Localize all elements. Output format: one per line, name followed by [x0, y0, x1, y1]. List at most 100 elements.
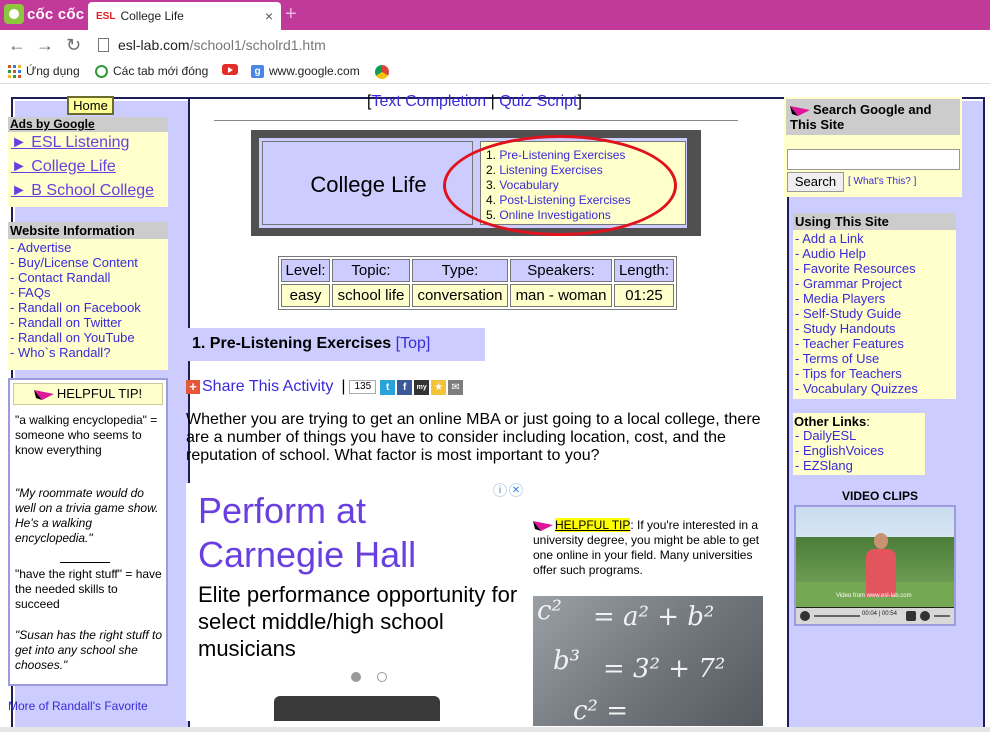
website-information-heading: Website Information	[8, 222, 168, 239]
favorite-star-icon[interactable]: ★	[431, 379, 447, 395]
video-player[interactable]: Video from www.esl-lab.com 00:04 | 00:54	[794, 505, 956, 626]
bracket: ]	[577, 93, 582, 110]
quiz-script-link[interactable]: Quiz Script	[499, 93, 577, 110]
info-link-advertise[interactable]: - Advertise	[10, 240, 71, 255]
other-link-ezslang[interactable]: - EZSlang	[795, 458, 853, 473]
info-link-facebook[interactable]: - Randall on Facebook	[10, 300, 141, 315]
browser-brand[interactable]: cốc cốc	[4, 3, 84, 25]
bookmark-google[interactable]: g www.google.com	[251, 64, 360, 78]
web-page: Home Ads by Google ► ESL Listening ► Col…	[0, 85, 990, 732]
using-link-add-link[interactable]: - Add a Link	[795, 231, 864, 246]
horizontal-scrollbar[interactable]	[0, 727, 990, 732]
chrome-icon[interactable]	[375, 65, 389, 79]
using-this-site-heading: Using This Site	[793, 213, 956, 230]
plus-icon[interactable]: +	[186, 380, 200, 394]
using-link-audio-help[interactable]: - Audio Help	[795, 246, 866, 261]
page-document-icon	[98, 38, 109, 52]
table-cell-level: easy	[281, 284, 330, 307]
video-presenter	[866, 533, 896, 597]
chalkboard-math-image: c² = a² + b² b³ = 3² + 7² c² =	[533, 596, 763, 726]
ad-link-b-school-college[interactable]: ► B School College	[11, 182, 154, 200]
other-links-heading: Other Links:	[794, 414, 870, 429]
other-links-box: Other Links: - DailyESL - EnglishVoices …	[793, 413, 925, 475]
using-link-teacher-features[interactable]: - Teacher Features	[795, 336, 904, 351]
url-path: /school1/scholrd1.htm	[189, 37, 326, 53]
using-link-grammar-project[interactable]: - Grammar Project	[795, 276, 902, 291]
info-link-twitter[interactable]: - Randall on Twitter	[10, 315, 122, 330]
back-arrow-icon[interactable]: ←	[8, 34, 26, 56]
section-title: 1. Pre-Listening Exercises	[192, 335, 396, 352]
other-link-englishvoices[interactable]: - EnglishVoices	[795, 443, 884, 458]
more-favorites-link[interactable]: More of Randall's Favorite	[8, 699, 148, 713]
play-icon[interactable]	[800, 611, 810, 621]
address-bar[interactable]: esl-lab.com/school1/scholrd1.htm	[118, 37, 326, 53]
myspace-icon[interactable]: my	[414, 379, 430, 395]
facebook-icon[interactable]: f	[397, 379, 413, 395]
helpful-tip-title: HELPFUL TIP!	[56, 386, 143, 401]
whats-this-link[interactable]: [ What's This? ]	[848, 176, 916, 187]
search-button[interactable]: Search	[787, 172, 844, 192]
bookmark-label: www.google.com	[269, 64, 360, 78]
red-annotation-circle	[443, 135, 677, 236]
twitter-icon[interactable]: t	[380, 379, 396, 395]
ad-body-text: Elite performance opportunity for select…	[198, 582, 518, 661]
fullscreen-icon[interactable]	[906, 611, 916, 621]
bookmark-youtube[interactable]	[222, 64, 238, 75]
bookmark-label: Ứng dụng	[26, 64, 80, 78]
bookmark-recent-tabs[interactable]: Các tab mới đóng	[95, 64, 208, 78]
using-link-vocabulary-quizzes[interactable]: - Vocabulary Quizzes	[795, 381, 918, 396]
using-link-study-handouts[interactable]: - Study Handouts	[795, 321, 895, 336]
top-links: [Text Completion | Quiz Script]	[367, 93, 582, 111]
carousel-dot[interactable]	[351, 672, 361, 682]
using-link-tips-for-teachers[interactable]: - Tips for Teachers	[795, 366, 902, 381]
forward-arrow-icon[interactable]: →	[36, 34, 54, 56]
other-link-dailyesl[interactable]: - DailyESL	[795, 428, 856, 443]
ad-headline[interactable]: Perform at Carnegie Hall	[198, 489, 518, 577]
carousel-dot[interactable]	[377, 672, 387, 682]
using-link-terms-of-use[interactable]: - Terms of Use	[795, 351, 879, 366]
info-link-buy-license[interactable]: - Buy/License Content	[10, 255, 138, 270]
info-link-whos-randall[interactable]: - Who`s Randall?	[10, 345, 110, 360]
using-link-self-study-guide[interactable]: - Self-Study Guide	[795, 306, 901, 321]
info-link-faqs[interactable]: - FAQs	[10, 285, 50, 300]
table-header: Length:	[614, 259, 674, 282]
pink-pointer-icon	[790, 105, 810, 116]
ad-cta-button[interactable]	[274, 696, 440, 721]
apps-grid-icon	[8, 64, 21, 78]
search-input[interactable]	[787, 149, 960, 170]
youtube-icon	[222, 64, 238, 75]
helpful-tip-label: HELPFUL TIP	[555, 518, 631, 532]
video-presenter	[866, 549, 896, 597]
share-count-badge: 135	[349, 380, 377, 394]
top-link[interactable]: [Top]	[396, 335, 431, 352]
info-link-contact[interactable]: - Contact Randall	[10, 270, 110, 285]
volume-slider[interactable]	[934, 615, 950, 617]
ad-link-esl-listening[interactable]: ► ESL Listening	[11, 134, 129, 152]
tab-title: College Life	[120, 9, 184, 23]
intro-paragraph: Whether you are trying to get an online …	[186, 411, 761, 464]
share-activity-link[interactable]: Share This Activity	[202, 378, 333, 396]
close-icon[interactable]: ×	[265, 8, 273, 24]
video-progress-bar[interactable]	[814, 615, 860, 617]
reload-icon[interactable]: ↻	[66, 34, 81, 56]
ad-link-college-life[interactable]: ► College Life	[11, 158, 116, 176]
volume-icon[interactable]	[920, 611, 930, 621]
helpful-tip-heading: HELPFUL TIP!	[13, 383, 163, 405]
using-link-favorite-resources[interactable]: - Favorite Resources	[795, 261, 916, 276]
text-completion-link[interactable]: Text Completion	[371, 93, 486, 110]
email-icon[interactable]: ✉	[448, 379, 464, 395]
section-heading: 1. Pre-Listening Exercises [Top]	[186, 328, 485, 361]
table-cell-topic: school life	[332, 284, 410, 307]
info-link-youtube[interactable]: - Randall on YouTube	[10, 330, 135, 345]
advertisement[interactable]: i ✕ Perform at Carnegie Hall Elite perfo…	[186, 483, 529, 721]
using-link-media-players[interactable]: - Media Players	[795, 291, 885, 306]
bookmark-apps[interactable]: Ứng dụng	[8, 64, 80, 78]
video-clips-heading: VIDEO CLIPS	[841, 489, 918, 503]
browser-tab-college-life[interactable]: ESL College Life ×	[88, 2, 281, 30]
bookmarks-bar: Ứng dụng Các tab mới đóng g www.google.c…	[0, 60, 990, 84]
home-button[interactable]: Home	[67, 96, 114, 115]
new-tab-button[interactable]: +	[285, 3, 297, 25]
helpful-tip-inline: HELPFUL TIP: If you're interested in a u…	[533, 518, 765, 578]
browser-toolbar: ← → ↻ esl-lab.com/school1/scholrd1.htm	[0, 30, 990, 60]
ads-by-google-heading[interactable]: Ads by Google	[8, 117, 168, 132]
